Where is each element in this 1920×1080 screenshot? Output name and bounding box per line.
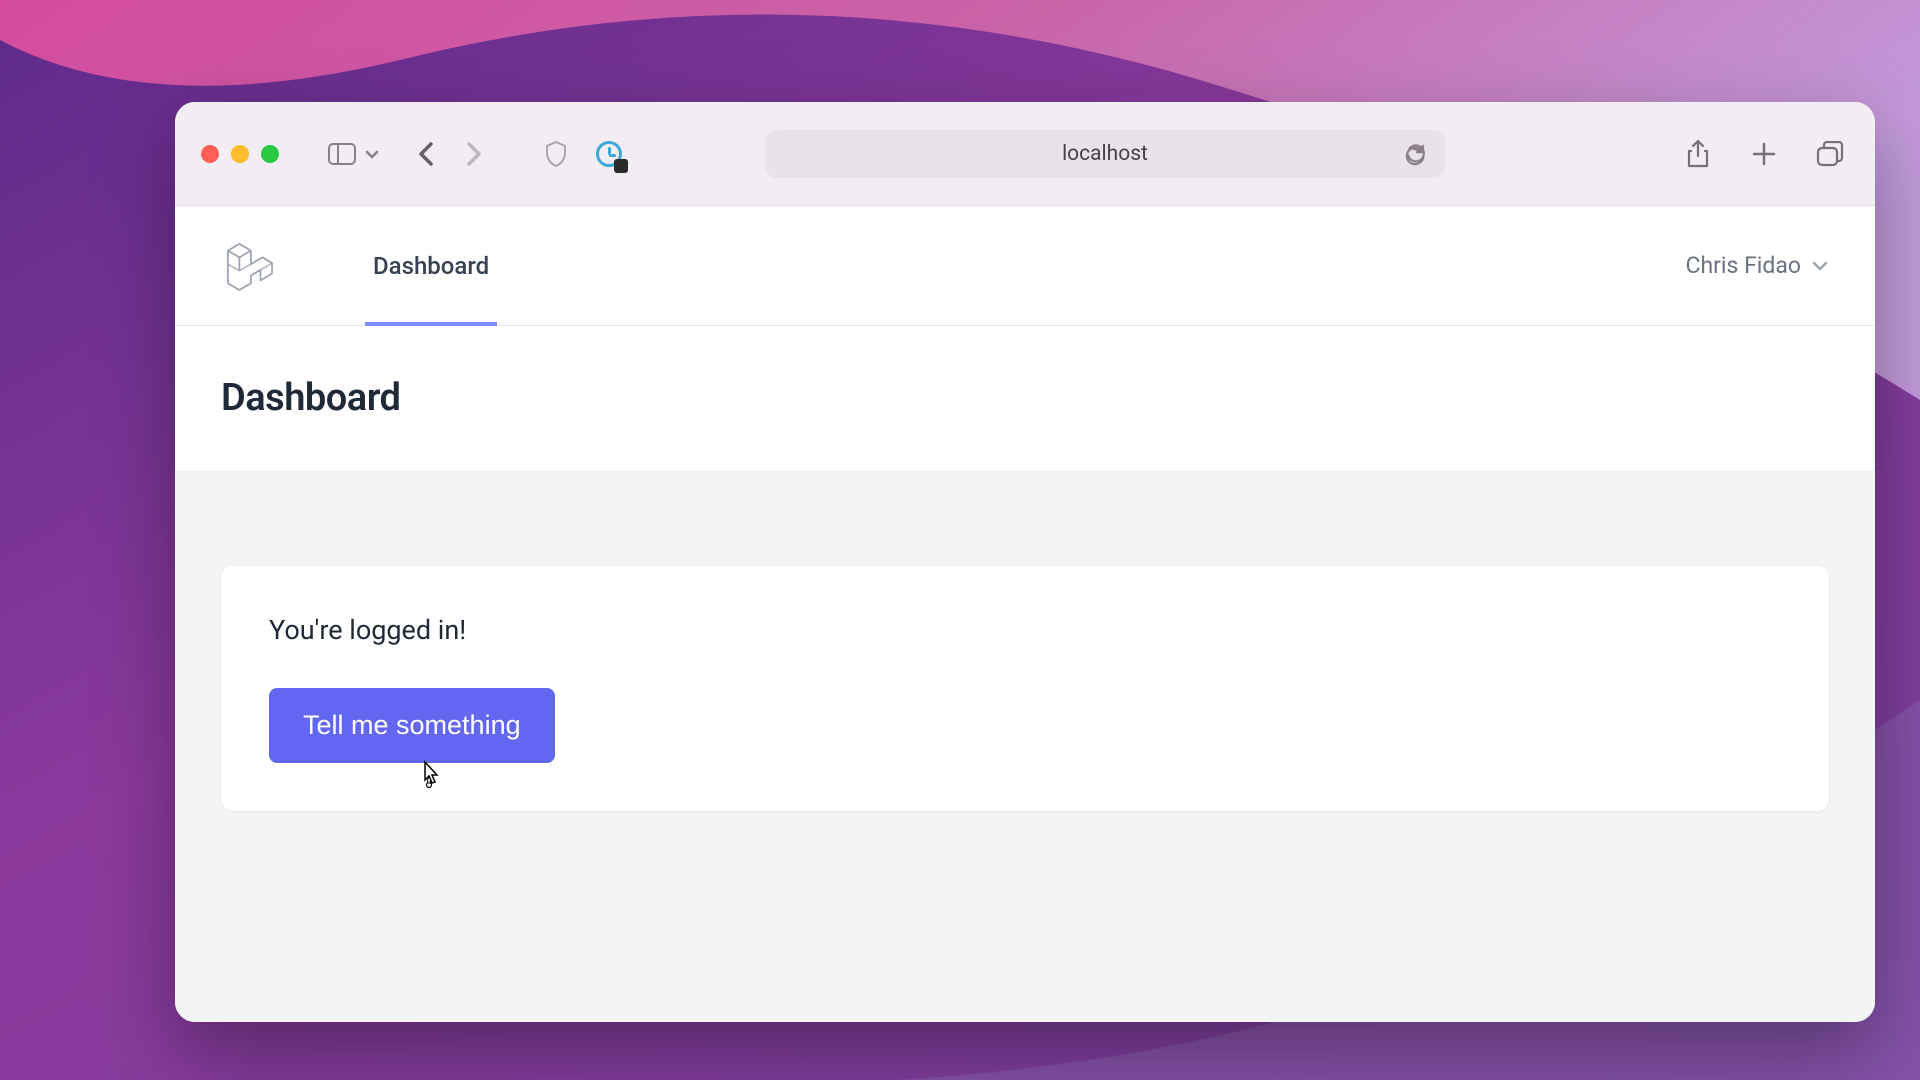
chevron-down-icon — [1811, 260, 1829, 272]
maximize-window-button[interactable] — [261, 145, 279, 163]
new-tab-button[interactable] — [1745, 135, 1783, 173]
close-window-button[interactable] — [201, 145, 219, 163]
sidebar-toggle-button[interactable] — [323, 135, 361, 173]
reload-button[interactable] — [1403, 141, 1429, 167]
tell-me-something-button[interactable]: Tell me something — [269, 688, 555, 763]
tracking-report-icon[interactable] — [593, 138, 625, 170]
content-card: You're logged in! Tell me something — [221, 566, 1829, 811]
page-body: You're logged in! Tell me something — [175, 470, 1875, 1022]
page-header: Dashboard — [175, 326, 1875, 470]
window-controls — [201, 145, 279, 163]
forward-button[interactable] — [455, 135, 493, 173]
share-button[interactable] — [1679, 135, 1717, 173]
privacy-shield-icon[interactable] — [537, 135, 575, 173]
back-button[interactable] — [407, 135, 445, 173]
tab-group-dropdown[interactable] — [363, 135, 381, 173]
laravel-logo[interactable] — [221, 238, 277, 294]
address-bar[interactable]: localhost — [765, 130, 1445, 178]
minimize-window-button[interactable] — [231, 145, 249, 163]
nav-link-dashboard[interactable]: Dashboard — [373, 206, 489, 326]
page-title: Dashboard — [221, 376, 400, 420]
browser-window: localhost — [175, 102, 1875, 1022]
browser-toolbar: localhost — [175, 102, 1875, 206]
tab-overview-button[interactable] — [1811, 135, 1849, 173]
logged-in-message: You're logged in! — [269, 614, 1781, 646]
user-name: Chris Fidao — [1685, 252, 1801, 279]
user-menu[interactable]: Chris Fidao — [1685, 252, 1829, 279]
address-text: localhost — [1062, 142, 1148, 166]
app-navbar: Dashboard Chris Fidao — [175, 206, 1875, 326]
